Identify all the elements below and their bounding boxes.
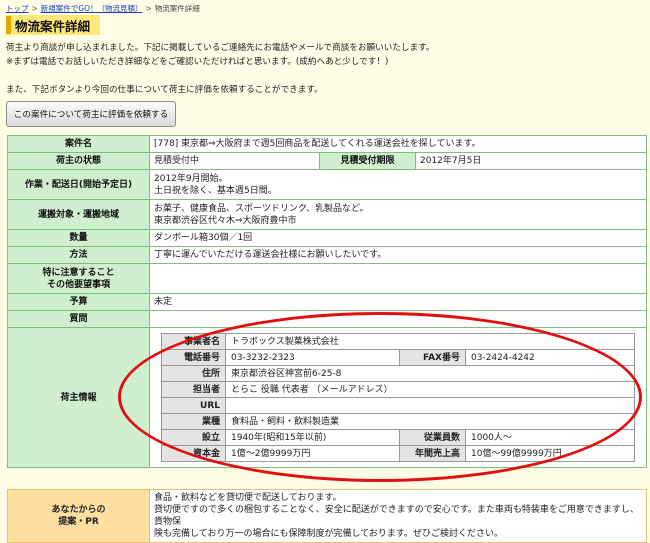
pr-label-line: あなたからの: [51, 505, 106, 515]
intro-line: ※まずは電話でお話しいただき詳細などをご確認いただければと思います。(成約へあと…: [6, 57, 389, 67]
status-value: 見積受付中: [149, 152, 320, 170]
breadcrumb-separator: >: [145, 4, 152, 13]
url-label: URL: [161, 397, 226, 414]
sales-label: 年間売上高: [399, 445, 466, 462]
pr-line: 食品・飲料などを貸切便で配送しております。: [154, 493, 342, 503]
breadcrumb-separator: >: [31, 4, 38, 13]
industry-label: 業種: [161, 413, 226, 430]
case-name-label: 案件名: [7, 135, 150, 153]
period-label: 作業・配送日(開始予定日): [7, 169, 150, 200]
case-name-value: [778] 東京都⇒大阪府まで週5回商品を配送してくれる運送会社を探しています。: [149, 135, 647, 153]
notes-label-line: その他要望事項: [46, 279, 110, 290]
founded-value: 1940年(昭和15年以前): [225, 429, 400, 446]
address-value: 東京都渋谷区神宮前6-25-8: [225, 365, 635, 382]
address-label: 住所: [161, 365, 226, 382]
budget-label: 予算: [7, 293, 150, 311]
pr-line: 険も完備しており万一の場合にも保障制度が完備しております。ぜひご検討ください。: [154, 529, 504, 539]
case-detail-table: 案件名 [778] 東京都⇒大阪府まで週5回商品を配送してくれる運送会社を探して…: [7, 135, 647, 468]
method-label: 方法: [7, 246, 150, 264]
capital-value: 1億～2億9999万円: [225, 445, 400, 462]
request-evaluation-button[interactable]: この案件について荷主に評価を依頼する: [6, 101, 176, 127]
quantity-label: 数量: [7, 229, 150, 247]
contact-value: とらこ 役職 代表者 （メールアドレス）: [225, 381, 635, 398]
intro-text: 荷主より商談が申し込まれました。下記に掲載しているご連絡先にお電話やメールで商談…: [6, 41, 646, 97]
intro-line: また、下記ボタンより今回の仕事について荷主に評価を依頼することができます。: [6, 85, 323, 95]
company-label: 事業者名: [161, 333, 226, 350]
method-value: 丁寧に運んでいただける運送会社様にお願いしたいです。: [149, 246, 647, 264]
url-value: [225, 397, 635, 414]
company-value: トラボックス製菓株式会社: [225, 333, 635, 350]
industry-value: 食料品・飼料・飲料製造業: [225, 413, 635, 430]
target-label: 運搬対象・運搬地域: [7, 199, 150, 230]
page-title-bar: 物流案件詳細: [6, 15, 100, 35]
notes-label-line: 特に注意すること: [42, 267, 115, 278]
founded-label: 設立: [161, 429, 226, 446]
budget-value: 未定: [149, 293, 647, 311]
quantity-value: ダンボール箱30個／1回: [149, 229, 647, 247]
target-line: 東京都渋谷区代々木⇒大阪府豊中市: [154, 215, 297, 226]
question-value: [149, 310, 647, 328]
intro-line: 荷主より商談が申し込まれました。下記に掲載しているご連絡先にお電話やメールで商談…: [6, 43, 435, 53]
notes-label: 特に注意すること その他要望事項: [7, 263, 150, 294]
employees-label: 従業員数: [399, 429, 466, 446]
notes-value: [149, 263, 647, 294]
employees-value: 1000人～: [465, 429, 635, 446]
period-line: 土日祝を除く、基本週5日間。: [154, 185, 277, 196]
page-title: 物流案件詳細: [15, 18, 91, 34]
phone-value: 03-3232-2323: [225, 349, 400, 366]
fax-label: FAX番号: [399, 349, 466, 366]
status-label: 荷主の状態: [7, 152, 150, 170]
breadcrumb-current: 物流案件詳細: [154, 4, 200, 13]
phone-label: 電話番号: [161, 349, 226, 366]
period-line: 2012年9月開始。: [154, 173, 228, 184]
sales-value: 10億～99億9999万円: [465, 445, 635, 462]
breadcrumb-parent-link[interactable]: 新規案件でGO！（物流見積）: [41, 4, 143, 13]
period-value: 2012年9月開始。 土日祝を除く、基本週5日間。: [149, 169, 647, 200]
pr-label-line: 提案・PR: [58, 517, 99, 527]
pr-line: 貸切便ですので多くの梱包することなく、安全に配送ができますので安心です。また車両…: [154, 505, 639, 527]
breadcrumb: トップ > 新規案件でGO！（物流見積） > 物流案件詳細: [6, 3, 200, 14]
target-value: お菓子、健康食品、スポーツドリンク、乳製品など。 東京都渋谷区代々木⇒大阪府豊中…: [149, 199, 647, 230]
fax-value: 03-2424-4242: [465, 349, 635, 366]
contact-label: 担当者: [161, 381, 226, 398]
shipper-info-table: 事業者名 トラボックス製菓株式会社 電話番号 03-3232-2323 FAX番…: [161, 333, 635, 462]
capital-label: 資本金: [161, 445, 226, 462]
shipper-info-cell: 事業者名 トラボックス製菓株式会社 電話番号 03-3232-2323 FAX番…: [149, 327, 647, 468]
breadcrumb-home-link[interactable]: トップ: [6, 4, 29, 13]
question-label: 質問: [7, 310, 150, 328]
deadline-value: 2012年7月5日: [415, 152, 647, 170]
target-line: お菓子、健康食品、スポーツドリンク、乳製品など。: [154, 203, 369, 214]
shipper-info-label: 荷主情報: [7, 327, 150, 468]
title-marker-icon: [6, 16, 11, 34]
deadline-label: 見積受付期限: [319, 152, 416, 170]
